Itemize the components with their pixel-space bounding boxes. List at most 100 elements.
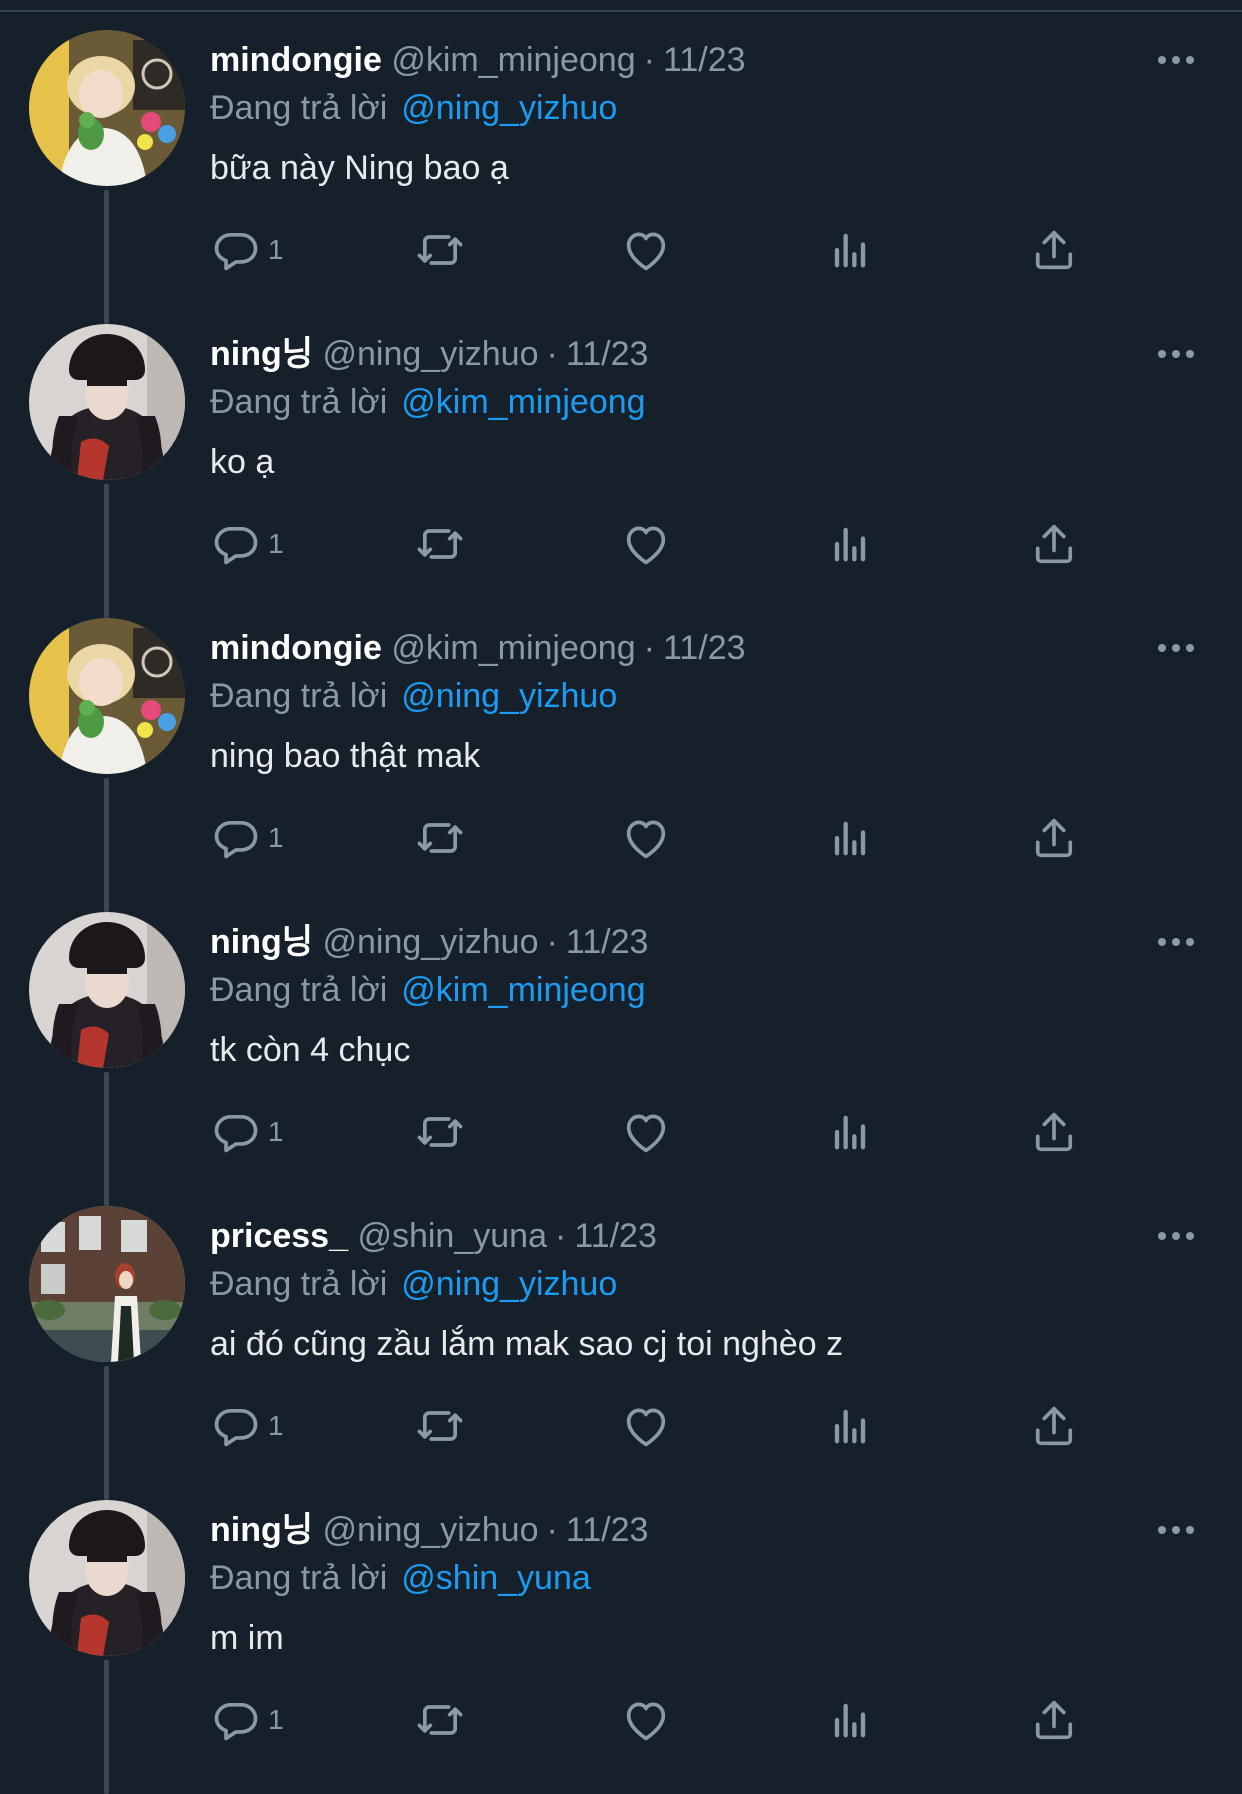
retweet-button[interactable] bbox=[414, 514, 466, 574]
tweet-actions: 1 bbox=[210, 514, 1110, 574]
tweet-date[interactable]: 11/23 bbox=[663, 41, 746, 79]
share-icon bbox=[1028, 812, 1080, 864]
replying-to-handle-link[interactable]: @shin_yuna bbox=[401, 1559, 591, 1597]
reply-icon bbox=[210, 518, 262, 570]
tweet-date[interactable]: 11/23 bbox=[566, 1511, 649, 1549]
like-icon bbox=[620, 812, 672, 864]
tweet-date[interactable]: 11/23 bbox=[574, 1217, 657, 1255]
like-button[interactable] bbox=[620, 1102, 672, 1162]
display-name[interactable]: ning닝 bbox=[210, 1511, 313, 1549]
replying-to-handle-link[interactable]: @kim_minjeong bbox=[401, 971, 645, 1009]
retweet-icon bbox=[414, 1400, 466, 1452]
tweet-date[interactable]: 11/23 bbox=[566, 923, 649, 961]
more-options-button[interactable] bbox=[1158, 52, 1198, 68]
tweet[interactable]: ning닝 @ning_yizhuo · 11/23 Đang trả lời @sh… bbox=[0, 1500, 1242, 1794]
views-button[interactable] bbox=[824, 1102, 876, 1162]
views-button[interactable] bbox=[824, 220, 876, 280]
share-button[interactable] bbox=[1028, 220, 1080, 280]
user-handle[interactable]: @ning_yizhuo bbox=[323, 1511, 539, 1549]
thread-connector-line bbox=[104, 484, 109, 618]
like-button[interactable] bbox=[620, 808, 672, 868]
separator-dot: · bbox=[546, 335, 558, 373]
tweet[interactable]: pricess_ @shin_yuna · 11/23 Đang trả lời @n… bbox=[0, 1206, 1242, 1500]
like-button[interactable] bbox=[620, 514, 672, 574]
separator-dot: · bbox=[643, 629, 655, 667]
views-icon bbox=[824, 1694, 876, 1746]
tweet-header: mindongie @kim_minjeong · 11/23 bbox=[210, 626, 746, 670]
reply-count: 1 bbox=[268, 1116, 284, 1147]
avatar-blonde[interactable] bbox=[29, 618, 185, 774]
separator-dot: · bbox=[554, 1217, 567, 1255]
reply-button[interactable]: 1 bbox=[210, 220, 284, 280]
views-button[interactable] bbox=[824, 1396, 876, 1456]
tweet[interactable]: ning닝 @ning_yizhuo · 11/23 Đang trả lời @ki… bbox=[0, 324, 1242, 618]
more-options-button[interactable] bbox=[1158, 640, 1198, 656]
views-button[interactable] bbox=[824, 514, 876, 574]
tweet-actions: 1 bbox=[210, 808, 1110, 868]
reply-button[interactable]: 1 bbox=[210, 514, 284, 574]
avatar-dark-hat[interactable] bbox=[29, 912, 185, 1068]
user-handle[interactable]: @ning_yizhuo bbox=[323, 335, 539, 373]
avatar-dark-hat[interactable] bbox=[29, 324, 185, 480]
replying-to: Đang trả lời @ning_yizhuo bbox=[210, 86, 617, 130]
display-name[interactable]: mindongie bbox=[210, 41, 382, 79]
views-icon bbox=[824, 1400, 876, 1452]
like-button[interactable] bbox=[620, 1690, 672, 1750]
avatar-blonde[interactable] bbox=[29, 30, 185, 186]
reply-count: 1 bbox=[268, 234, 284, 265]
tweet-date[interactable]: 11/23 bbox=[663, 629, 746, 667]
share-icon bbox=[1028, 1694, 1080, 1746]
more-options-button[interactable] bbox=[1158, 1228, 1198, 1244]
replying-to-label: Đang trả lời bbox=[210, 1265, 388, 1303]
tweet[interactable]: mindongie @kim_minjeong · 11/23 Đang trả l… bbox=[0, 618, 1242, 912]
avatar-dark-hat[interactable] bbox=[29, 1500, 185, 1656]
replying-to-handle-link[interactable]: @kim_minjeong bbox=[401, 383, 645, 421]
retweet-button[interactable] bbox=[414, 1396, 466, 1456]
avatar-street[interactable] bbox=[29, 1206, 185, 1362]
display-name[interactable]: pricess_ bbox=[210, 1217, 348, 1255]
user-handle[interactable]: @ning_yizhuo bbox=[323, 923, 539, 961]
more-options-button[interactable] bbox=[1158, 346, 1198, 362]
replying-to-handle-link[interactable]: @ning_yizhuo bbox=[401, 677, 617, 715]
share-button[interactable] bbox=[1028, 1102, 1080, 1162]
retweet-icon bbox=[414, 1694, 466, 1746]
tweet-date[interactable]: 11/23 bbox=[566, 335, 649, 373]
tweet-actions: 1 bbox=[210, 220, 1110, 280]
share-button[interactable] bbox=[1028, 1690, 1080, 1750]
tweet[interactable]: ning닝 @ning_yizhuo · 11/23 Đang trả lời @ki… bbox=[0, 912, 1242, 1206]
share-button[interactable] bbox=[1028, 1396, 1080, 1456]
retweet-button[interactable] bbox=[414, 808, 466, 868]
like-button[interactable] bbox=[620, 1396, 672, 1456]
more-options-button[interactable] bbox=[1158, 1522, 1198, 1538]
views-button[interactable] bbox=[824, 1690, 876, 1750]
replying-to-handle-link[interactable]: @ning_yizhuo bbox=[401, 89, 617, 127]
reply-button[interactable]: 1 bbox=[210, 1396, 284, 1456]
replying-to-label: Đang trả lời bbox=[210, 677, 388, 715]
replying-to-handle-link[interactable]: @ning_yizhuo bbox=[401, 1265, 617, 1303]
retweet-button[interactable] bbox=[414, 1690, 466, 1750]
replying-to: Đang trả lời @kim_minjeong bbox=[210, 380, 646, 424]
like-icon bbox=[620, 1106, 672, 1158]
display-name[interactable]: mindongie bbox=[210, 629, 382, 667]
retweet-icon bbox=[414, 812, 466, 864]
tweet-text: ai đó cũng zầu lắm mak sao cj toi nghèo … bbox=[210, 1325, 844, 1363]
tweet-text: ning bao thật mak bbox=[210, 737, 481, 775]
more-options-button[interactable] bbox=[1158, 934, 1198, 950]
user-handle[interactable]: @kim_minjeong bbox=[391, 629, 635, 667]
user-handle[interactable]: @shin_yuna bbox=[357, 1217, 547, 1255]
replying-to-label: Đang trả lời bbox=[210, 1559, 388, 1597]
views-button[interactable] bbox=[824, 808, 876, 868]
reply-button[interactable]: 1 bbox=[210, 808, 284, 868]
display-name[interactable]: ning닝 bbox=[210, 335, 313, 373]
retweet-button[interactable] bbox=[414, 1102, 466, 1162]
share-button[interactable] bbox=[1028, 808, 1080, 868]
like-button[interactable] bbox=[620, 220, 672, 280]
thread-connector-line bbox=[104, 1366, 109, 1500]
reply-button[interactable]: 1 bbox=[210, 1690, 284, 1750]
display-name[interactable]: ning닝 bbox=[210, 923, 313, 961]
tweet[interactable]: mindongie @kim_minjeong · 11/23 Đang trả l… bbox=[0, 30, 1242, 324]
user-handle[interactable]: @kim_minjeong bbox=[391, 41, 635, 79]
retweet-button[interactable] bbox=[414, 220, 466, 280]
share-button[interactable] bbox=[1028, 514, 1080, 574]
reply-button[interactable]: 1 bbox=[210, 1102, 284, 1162]
